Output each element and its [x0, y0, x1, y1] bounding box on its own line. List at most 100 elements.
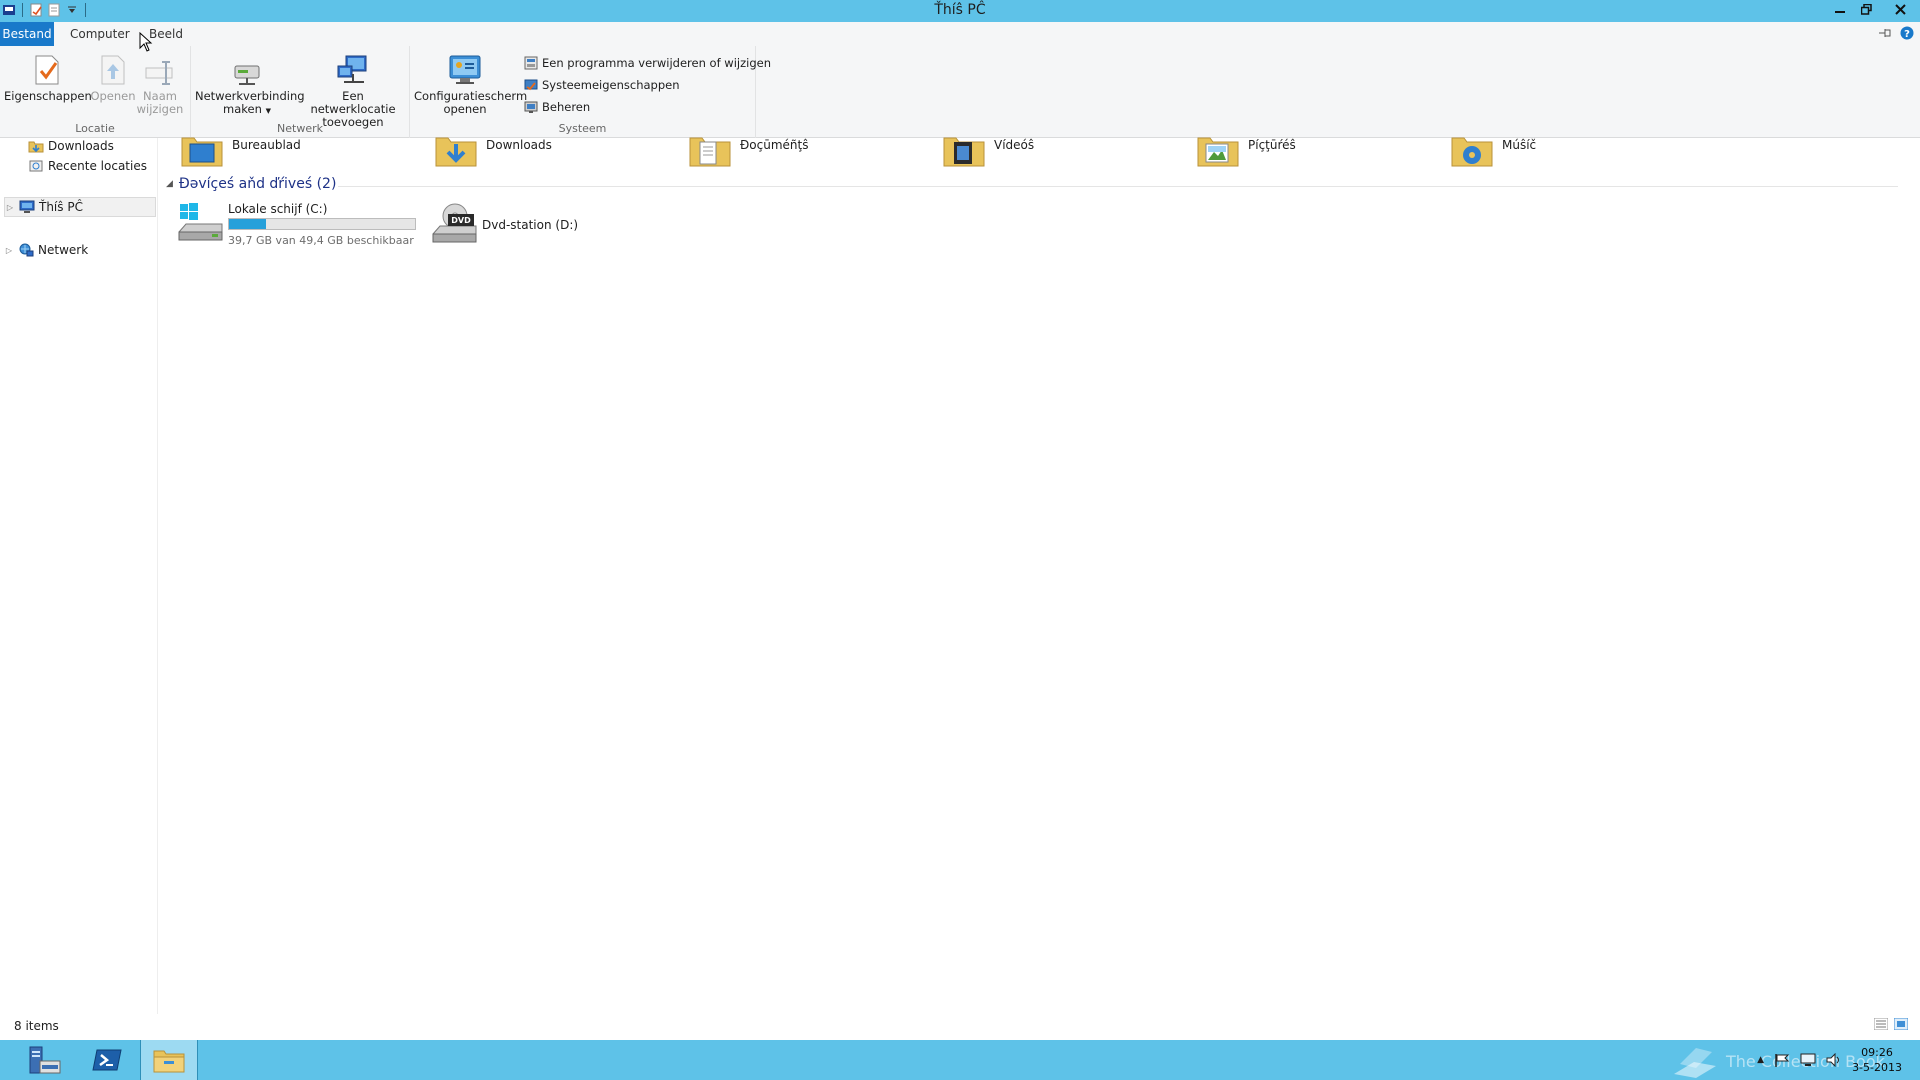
- window-title: Ťhíŝ PĈ: [934, 2, 986, 18]
- help-icon[interactable]: ?: [1900, 26, 1914, 40]
- system-properties-button[interactable]: Systeemeigenschappen: [524, 76, 680, 94]
- expand-arrow-icon[interactable]: ▷: [5, 203, 15, 212]
- folder-videos-label: Vídeóŝ: [994, 138, 1035, 152]
- title-bar: Ťhíŝ PĈ: [0, 0, 1920, 22]
- uninstall-program-icon: [524, 56, 538, 70]
- volume-icon[interactable]: [1826, 1053, 1842, 1067]
- drive-c[interactable]: Lokale schijf (C:) 39,7 GB van 49,4 GB b…: [176, 202, 426, 252]
- window-controls: [1826, 0, 1920, 20]
- section-divider: [338, 186, 1898, 187]
- dvd-badge: DVD: [451, 216, 471, 225]
- downloads-folder-icon: [28, 138, 44, 154]
- large-icons-view-icon[interactable]: [1894, 1018, 1908, 1030]
- rename-label-line2: wijzigen: [136, 102, 184, 116]
- powershell-icon: [92, 1049, 122, 1071]
- videos-folder-icon: [943, 137, 985, 167]
- manage-icon: [524, 101, 538, 113]
- folder-pictures[interactable]: Píçţūŕéŝ: [1196, 137, 1436, 170]
- file-explorer-taskbar-button[interactable]: [140, 1040, 198, 1080]
- devices-and-drives-header[interactable]: ◢ Ðəvíçeś aňd ďŕiveś (2): [166, 176, 336, 192]
- drive-c-free-space: 39,7 GB van 49,4 GB beschikbaar: [228, 234, 414, 247]
- open-label: Openen: [90, 89, 136, 103]
- folder-videos[interactable]: Vídeóŝ: [942, 137, 1182, 170]
- quick-access-toolbar: [2, 3, 88, 17]
- recent-locations-icon: [28, 158, 44, 174]
- folder-desktop[interactable]: Bureaublad: [180, 137, 420, 170]
- drive-c-label: Lokale schijf (C:): [228, 202, 328, 216]
- ribbon-tab-row: Bestand Computer Beeld ?: [0, 22, 1920, 46]
- folder-music-label: Múŝíč: [1502, 138, 1537, 152]
- uninstall-program-label: Een programma verwijderen of wijzigen: [542, 56, 771, 70]
- add-network-location-icon: [337, 55, 367, 83]
- ribbon-right-controls: ?: [1878, 26, 1914, 40]
- map-network-drive-button[interactable]: Netwerkverbinding maken ▼: [195, 52, 305, 118]
- customize-qat-dropdown-icon[interactable]: [65, 3, 79, 17]
- pin-ribbon-icon[interactable]: [1878, 27, 1892, 39]
- folder-desktop-label: Bureaublad: [232, 138, 301, 152]
- taskbar-clock[interactable]: 09:26 3-5-2013: [1852, 1045, 1902, 1075]
- restore-button[interactable]: [1853, 0, 1880, 18]
- documents-folder-icon: [689, 137, 731, 167]
- clock-date: 3-5-2013: [1852, 1061, 1902, 1074]
- tab-file[interactable]: Bestand: [0, 22, 54, 46]
- close-button[interactable]: [1880, 0, 1920, 18]
- uninstall-program-button[interactable]: Een programma verwijderen of wijzigen: [524, 54, 771, 72]
- network-tray-icon[interactable]: [1800, 1053, 1816, 1067]
- restore-icon: [1861, 3, 1872, 15]
- nav-item-network-label: Netwerk: [38, 243, 89, 257]
- computer-icon: [19, 199, 35, 215]
- close-icon: [1894, 3, 1906, 15]
- server-manager-taskbar-button[interactable]: [16, 1040, 74, 1080]
- rename-icon: [145, 61, 173, 85]
- properties-label: Eigenschappen: [4, 89, 92, 103]
- dvd-drive-icon: DVD: [432, 203, 477, 243]
- open-control-panel-button[interactable]: Configuratiescherm openen: [414, 52, 527, 116]
- new-folder-qat-icon[interactable]: [47, 3, 61, 17]
- properties-qat-icon[interactable]: [29, 3, 43, 17]
- nav-item-network[interactable]: ▷ Netwerk: [4, 240, 88, 260]
- folder-music[interactable]: Múŝíč: [1450, 137, 1690, 170]
- powershell-taskbar-button[interactable]: [78, 1040, 136, 1080]
- pictures-folder-icon: [1197, 137, 1239, 167]
- mouse-cursor-icon: [139, 32, 153, 52]
- map-network-drive-icon: [234, 65, 260, 85]
- add-network-location-button[interactable]: Een netwerklocatie toevoegen: [300, 52, 406, 129]
- network-icon: [18, 242, 34, 258]
- desktop-folder-icon: [181, 137, 223, 167]
- details-view-icon[interactable]: [1874, 1018, 1888, 1030]
- drive-d-label: Dvd-station (D:): [482, 218, 579, 232]
- group-location: Eigenschappen Openen Naam wijzigen Locat…: [0, 46, 191, 138]
- clock-time: 09:26: [1861, 1046, 1893, 1059]
- nav-item-this-pc[interactable]: ▷ Ťhíŝ PĈ: [4, 197, 156, 217]
- ribbon: Eigenschappen Openen Naam wijzigen Locat…: [0, 46, 1920, 138]
- qat-separator-2: [85, 3, 86, 17]
- nav-item-recent-locations[interactable]: Recente locaties: [28, 156, 147, 176]
- rename-button[interactable]: Naam wijzigen: [136, 52, 184, 116]
- tab-computer[interactable]: Computer: [62, 22, 138, 46]
- control-panel-icon: [449, 55, 481, 84]
- server-manager-icon: [29, 1046, 61, 1074]
- drive-d[interactable]: DVD Dvd-station (D:): [430, 202, 680, 252]
- open-button[interactable]: Openen: [88, 52, 138, 103]
- window-menu-icon[interactable]: [2, 3, 16, 17]
- manage-button[interactable]: Beheren: [524, 98, 590, 116]
- system-tray: ▲ 09:26 3-5-2013: [1757, 1040, 1920, 1080]
- minimize-icon: [1834, 11, 1845, 13]
- folder-documents[interactable]: Đoçūméñţŝ: [688, 137, 928, 170]
- properties-icon: [35, 55, 59, 85]
- collapse-triangle-icon[interactable]: ◢: [166, 179, 173, 189]
- nav-item-downloads[interactable]: Downloads: [28, 136, 114, 156]
- properties-button[interactable]: Eigenschappen: [4, 52, 92, 103]
- expand-arrow-icon[interactable]: ▷: [4, 246, 14, 255]
- open-icon: [101, 55, 125, 85]
- content-pane: Bureaublad Downloads Đoçūméñţŝ Vídeóŝ Pí…: [158, 137, 1920, 1014]
- minimize-button[interactable]: [1826, 0, 1853, 18]
- drive-c-usage-bar: [228, 218, 416, 230]
- map-network-drive-label-line2: maken ▼: [223, 102, 271, 116]
- folder-downloads[interactable]: Downloads: [434, 137, 674, 170]
- system-properties-label: Systeemeigenschappen: [542, 78, 680, 92]
- music-folder-icon: [1451, 137, 1493, 167]
- show-hidden-icons-icon[interactable]: ▲: [1757, 1055, 1764, 1065]
- action-center-flag-icon[interactable]: [1774, 1053, 1790, 1067]
- taskbar: The Collection Book ▲ 09:26 3-5-2013: [0, 1040, 1920, 1080]
